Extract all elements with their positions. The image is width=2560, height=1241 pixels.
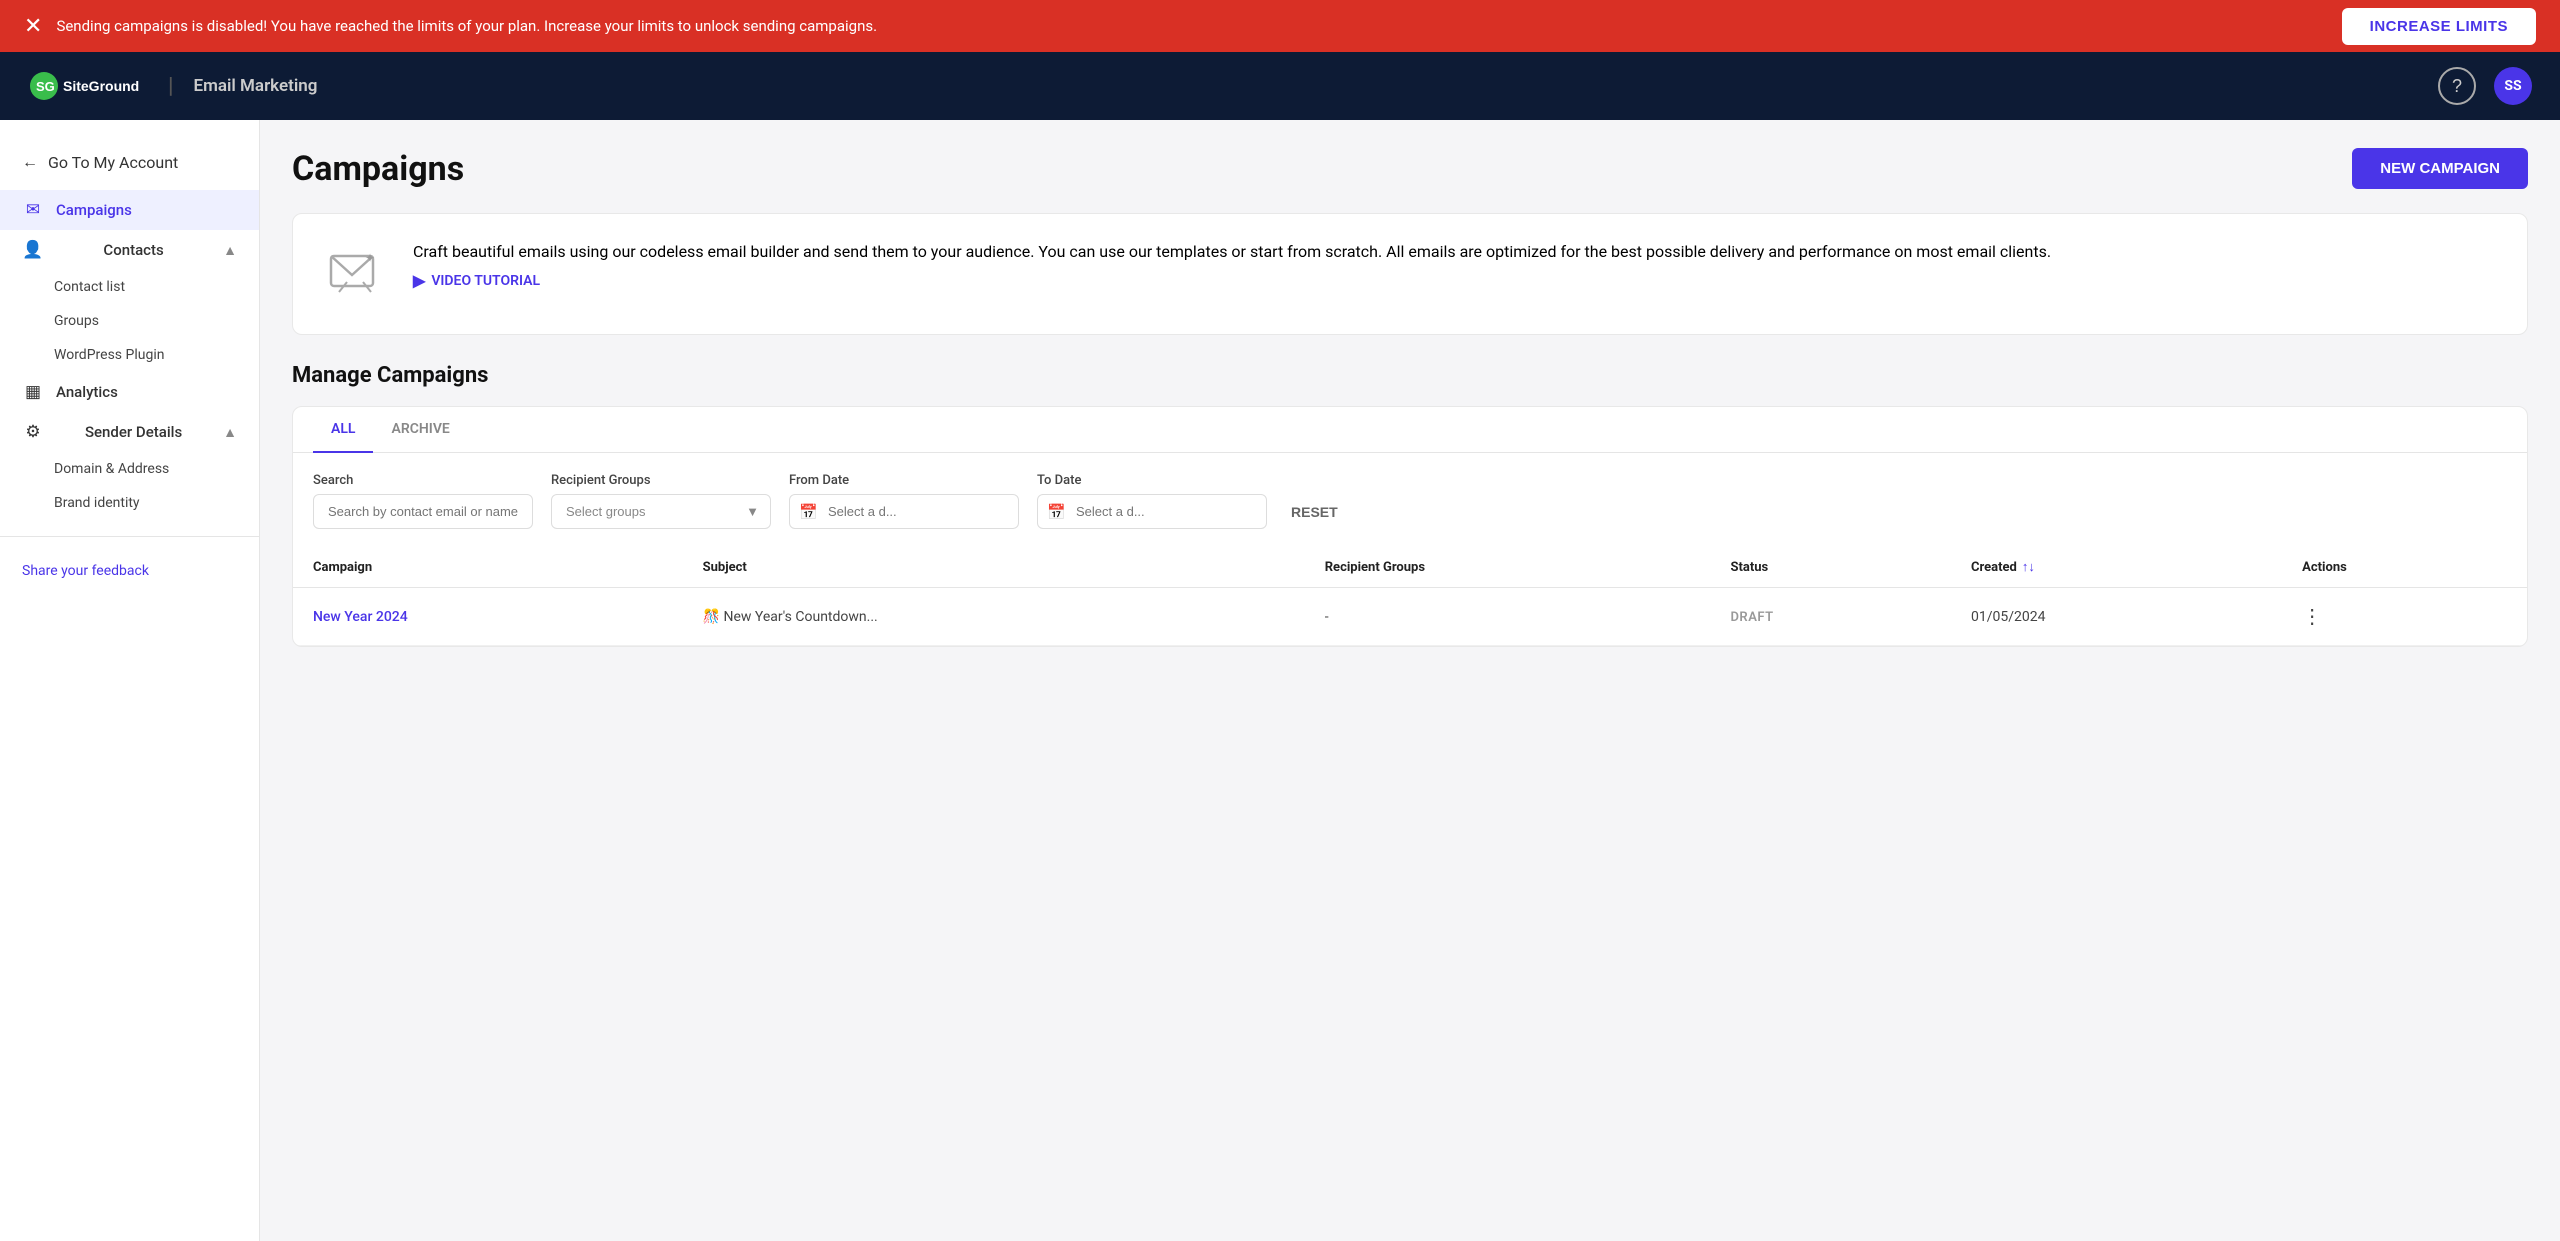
groups-filter: Recipient Groups Select groups ▼ bbox=[551, 473, 771, 529]
search-input[interactable] bbox=[313, 494, 533, 529]
row-actions-button[interactable]: ⋮ bbox=[2302, 604, 2322, 629]
to-date-filter: To Date 📅 bbox=[1037, 473, 1267, 529]
back-to-account[interactable]: ← Go To My Account bbox=[0, 144, 259, 190]
groups-label: Recipient Groups bbox=[551, 473, 771, 488]
campaigns-label: Campaigns bbox=[56, 201, 132, 219]
status-badge: DRAFT bbox=[1730, 610, 1773, 625]
campaign-name-cell: New Year 2024 bbox=[293, 588, 683, 646]
alert-message: Sending campaigns is disabled! You have … bbox=[56, 17, 2317, 35]
created-cell: 01/05/2024 bbox=[1951, 588, 2282, 646]
sort-icon: ↑↓ bbox=[2022, 559, 2035, 575]
subject-cell: 🎊 New Year's Countdown... bbox=[683, 588, 1305, 646]
info-card-content: Craft beautiful emails using our codeles… bbox=[413, 242, 2051, 290]
svg-text:SiteGround: SiteGround bbox=[63, 78, 139, 94]
back-icon: ← bbox=[22, 152, 38, 172]
tab-all[interactable]: ALL bbox=[313, 407, 373, 453]
recipient-groups-cell: - bbox=[1305, 588, 1711, 646]
top-nav: SG SiteGround | Email Marketing ? SS bbox=[0, 52, 2560, 120]
campaigns-table-wrap: Campaign Subject Recipient Groups Status… bbox=[293, 547, 2527, 646]
sidebar-item-campaigns[interactable]: ✉ Campaigns bbox=[0, 190, 259, 230]
from-date-wrap: 📅 bbox=[789, 494, 1019, 529]
app-title: Email Marketing bbox=[194, 76, 318, 96]
manage-campaigns-title: Manage Campaigns bbox=[292, 363, 2528, 388]
filters: Search Recipient Groups Select groups ▼ bbox=[293, 453, 2527, 547]
info-card-icon: ✦ bbox=[325, 242, 385, 306]
video-tutorial-label: VIDEO TUTORIAL bbox=[431, 273, 540, 289]
sidebar-feedback[interactable]: Share your feedback bbox=[0, 553, 259, 589]
search-label: Search bbox=[313, 473, 533, 488]
info-card-text: Craft beautiful emails using our codeles… bbox=[413, 242, 2051, 261]
campaigns-tabs: ALL ARCHIVE bbox=[293, 407, 2527, 453]
svg-text:✦: ✦ bbox=[365, 251, 375, 265]
contacts-toggle-icon: ▲ bbox=[223, 242, 237, 259]
table-row: New Year 2024 🎊 New Year's Countdown... … bbox=[293, 588, 2527, 646]
help-button[interactable]: ? bbox=[2438, 67, 2476, 105]
campaign-link[interactable]: New Year 2024 bbox=[313, 609, 408, 625]
contacts-icon: 👤 bbox=[22, 240, 44, 260]
contacts-label: Contacts bbox=[103, 241, 163, 259]
th-subject: Subject bbox=[683, 547, 1305, 588]
tab-archive[interactable]: ARCHIVE bbox=[373, 407, 467, 453]
sidebar-item-brand-identity[interactable]: Brand identity bbox=[0, 486, 259, 520]
analytics-label: Analytics bbox=[56, 383, 118, 401]
play-icon: ▶ bbox=[413, 271, 425, 290]
from-date-label: From Date bbox=[789, 473, 1019, 488]
analytics-icon: ▦ bbox=[22, 382, 44, 402]
search-filter: Search bbox=[313, 473, 533, 529]
new-campaign-button[interactable]: NEW CAMPAIGN bbox=[2352, 148, 2528, 189]
actions-cell: ⋮ bbox=[2282, 588, 2527, 646]
nav-right: ? SS bbox=[2438, 67, 2532, 105]
main-layout: ← Go To My Account ✉ Campaigns 👤 Contact… bbox=[0, 120, 2560, 1241]
close-icon[interactable]: ✕ bbox=[24, 14, 42, 39]
status-cell: DRAFT bbox=[1710, 588, 1951, 646]
from-date-input[interactable] bbox=[789, 494, 1019, 529]
calendar-icon-to: 📅 bbox=[1047, 503, 1066, 521]
logo-divider: | bbox=[168, 74, 174, 99]
groups-select[interactable]: Select groups bbox=[551, 494, 771, 529]
sidebar-item-wordpress-plugin[interactable]: WordPress Plugin bbox=[0, 338, 259, 372]
sender-details-icon: ⚙ bbox=[22, 422, 44, 442]
sender-details-label: Sender Details bbox=[85, 423, 182, 441]
sidebar-item-contacts[interactable]: 👤 Contacts ▲ bbox=[0, 230, 259, 270]
sidebar-item-contact-list[interactable]: Contact list bbox=[0, 270, 259, 304]
increase-limits-button[interactable]: INCREASE LIMITS bbox=[2342, 8, 2536, 45]
logo-area: SG SiteGround | Email Marketing bbox=[28, 70, 317, 102]
back-label: Go To My Account bbox=[48, 153, 178, 172]
sidebar-item-analytics[interactable]: ▦ Analytics bbox=[0, 372, 259, 412]
th-status: Status bbox=[1710, 547, 1951, 588]
sidebar-item-sender-details[interactable]: ⚙ Sender Details ▲ bbox=[0, 412, 259, 452]
th-created[interactable]: Created ↑↓ bbox=[1951, 547, 2282, 588]
to-date-input[interactable] bbox=[1037, 494, 1267, 529]
main-content: Campaigns NEW CAMPAIGN ✦ Craft beautiful… bbox=[260, 120, 2560, 1241]
user-avatar[interactable]: SS bbox=[2494, 67, 2532, 105]
page-title: Campaigns bbox=[292, 149, 464, 189]
sender-details-toggle-icon: ▲ bbox=[223, 424, 237, 441]
reset-button[interactable]: RESET bbox=[1285, 495, 1344, 529]
video-tutorial-link[interactable]: ▶ VIDEO TUTORIAL bbox=[413, 271, 2051, 290]
to-date-wrap: 📅 bbox=[1037, 494, 1267, 529]
calendar-icon-from: 📅 bbox=[799, 503, 818, 521]
sidebar-divider bbox=[0, 536, 259, 537]
th-campaign: Campaign bbox=[293, 547, 683, 588]
sidebar: ← Go To My Account ✉ Campaigns 👤 Contact… bbox=[0, 120, 260, 1241]
manage-campaigns-section: Manage Campaigns ALL ARCHIVE Search Reci… bbox=[292, 363, 2528, 647]
th-recipient-groups: Recipient Groups bbox=[1305, 547, 1711, 588]
groups-select-wrap: Select groups ▼ bbox=[551, 494, 771, 529]
svg-text:SG: SG bbox=[36, 79, 55, 94]
campaigns-table: Campaign Subject Recipient Groups Status… bbox=[293, 547, 2527, 646]
to-date-label: To Date bbox=[1037, 473, 1267, 488]
sidebar-item-groups[interactable]: Groups bbox=[0, 304, 259, 338]
sidebar-item-domain-address[interactable]: Domain & Address bbox=[0, 452, 259, 486]
campaigns-icon: ✉ bbox=[22, 200, 44, 220]
campaigns-card: ALL ARCHIVE Search Recipient Groups Sele… bbox=[292, 406, 2528, 647]
alert-banner: ✕ Sending campaigns is disabled! You hav… bbox=[0, 0, 2560, 52]
siteground-logo[interactable]: SG SiteGround bbox=[28, 70, 148, 102]
th-actions: Actions bbox=[2282, 547, 2527, 588]
info-card: ✦ Craft beautiful emails using our codel… bbox=[292, 213, 2528, 335]
page-header: Campaigns NEW CAMPAIGN bbox=[292, 148, 2528, 189]
from-date-filter: From Date 📅 bbox=[789, 473, 1019, 529]
